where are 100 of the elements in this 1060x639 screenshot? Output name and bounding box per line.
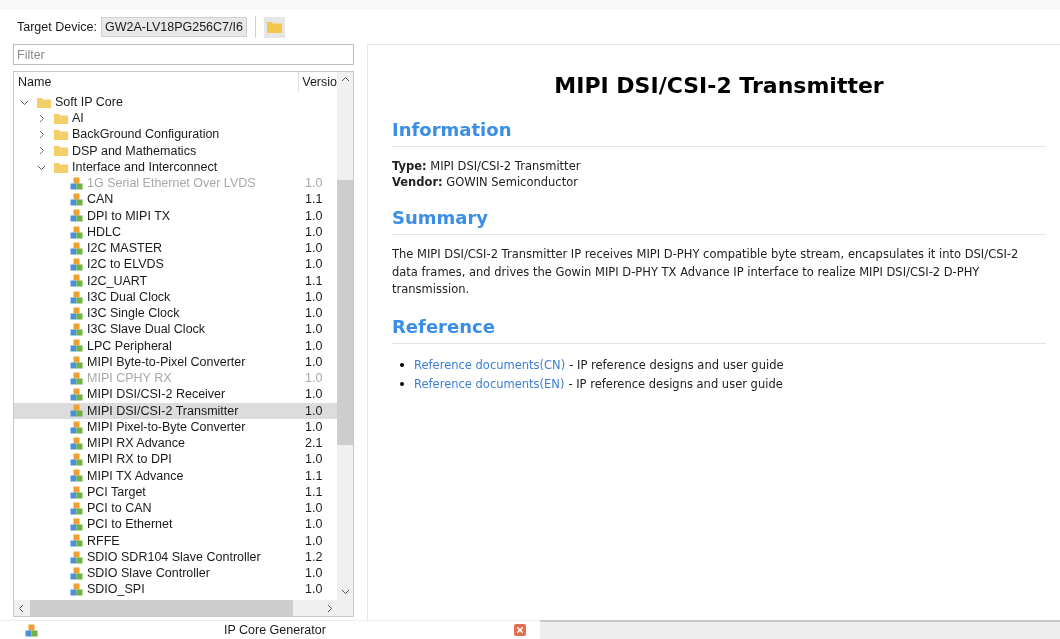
tree-row[interactable]: MIPI Pixel-to-Byte Converter 1.0	[14, 419, 337, 436]
ip-name: CAN	[87, 191, 115, 209]
tree-row[interactable]: MIPI DSI/CSI-2 Transmitter 1.0	[14, 402, 337, 419]
info-line: Vendor: GOWIN Semiconductor	[392, 174, 579, 190]
ip-name: I3C Single Clock	[87, 305, 181, 322]
ip-name: MIPI Pixel-to-Byte Converter	[87, 418, 247, 436]
ip-version: 1.0	[305, 175, 323, 192]
tree-row[interactable]: I2C MASTER 1.0	[14, 240, 337, 257]
horizontal-scrollbar[interactable]	[14, 600, 353, 616]
tree-row[interactable]: MIPI DSI/CSI-2 Receiver 1.0	[14, 386, 337, 403]
cubes-icon	[70, 550, 83, 564]
folder-icon	[54, 161, 68, 173]
tree-row[interactable]: MIPI Byte-to-Pixel Converter 1.0	[14, 354, 337, 371]
ip-version: 1.0	[305, 223, 323, 241]
tree-row[interactable]: RFFE 1.0	[14, 532, 337, 549]
tree-row[interactable]: HDLC 1.0	[14, 224, 337, 241]
tree-row[interactable]: I3C Slave Dual Clock 1.0	[14, 321, 337, 338]
ip-version: 2.1	[305, 435, 323, 452]
tree-row[interactable]: I2C to ELVDS 1.0	[14, 256, 337, 273]
ip-version: 1.0	[305, 565, 323, 582]
tree-row[interactable]: PCI Target 1.1	[14, 484, 337, 501]
cubes-icon	[70, 388, 83, 402]
section-heading: Reference	[392, 312, 1046, 344]
cubes-icon	[70, 404, 83, 418]
column-header[interactable]: Versio	[299, 72, 337, 92]
cubes-icon	[70, 241, 83, 255]
cubes-icon	[70, 193, 83, 207]
ip-name: RFFE	[87, 532, 121, 550]
ip-name: 1G Serial Ethernet Over LVDS	[87, 175, 257, 192]
collapsed-chevron-icon[interactable]	[37, 130, 46, 140]
ip-version: 1.1	[305, 483, 323, 501]
folder-icon	[54, 129, 68, 141]
link-description: - IP reference designs and user guide	[568, 375, 783, 393]
cubes-icon	[70, 306, 83, 320]
ip-version: 1.0	[305, 370, 323, 387]
reference-link[interactable]: Reference documents(EN)	[414, 374, 565, 394]
ip-name: I2C MASTER	[87, 240, 163, 257]
ip-version: 1.0	[305, 321, 323, 339]
cubes-icon	[70, 176, 83, 190]
ip-name: MIPI RX to DPI	[87, 451, 173, 469]
cubes-icon	[70, 225, 83, 239]
ip-version: 1.0	[305, 500, 323, 517]
scrollbar-thumb[interactable]	[30, 600, 293, 616]
tree-row[interactable]: CAN 1.1	[14, 191, 337, 208]
ip-name: I2C to ELVDS	[87, 256, 165, 274]
reference-link[interactable]: Reference documents(CN)	[414, 355, 566, 375]
ip-name: I3C Dual Clock	[87, 288, 172, 306]
cubes-icon	[70, 290, 83, 304]
summary-text: The MIPI DSI/CSI-2 Transmitter IP receives MIPI D-PHY compatible byte stream, encapsulates it into DSI/CSI-2 data frames, and drives the Gowin MIPI D-PHY TX Advance IP interface to realize MIPI DSI/CSI-2 D-PHY transmission.	[392, 246, 1020, 298]
scrollbar-thumb[interactable]	[337, 180, 353, 445]
tree-row[interactable]: I3C Single Clock 1.0	[14, 305, 337, 322]
collapsed-chevron-icon[interactable]	[37, 113, 46, 123]
ip-version: 1.0	[305, 240, 323, 257]
ip-name: MIPI DSI/CSI-2 Receiver	[87, 386, 227, 404]
link-description: - IP reference designs and user guide	[569, 356, 784, 374]
ip-version: 1.0	[305, 256, 323, 274]
filter-field[interactable]: Filter	[13, 44, 354, 65]
tree-row[interactable]: MIPI RX Advance 2.1	[14, 435, 337, 452]
column-header[interactable]: Name	[14, 72, 300, 92]
ip-version: 1.1	[305, 191, 323, 209]
ip-version: 1.0	[305, 532, 323, 550]
tree-row[interactable]: PCI to Ethernet 1.0	[14, 516, 337, 533]
ip-name: SDIO_SPI	[87, 581, 146, 599]
tree-row[interactable]: DPI to MIPI TX 1.0	[14, 207, 337, 224]
ip-name: MIPI Byte-to-Pixel Converter	[87, 353, 247, 371]
tree-row[interactable]: SDIO Slave Controller 1.0	[14, 565, 337, 582]
tree-row[interactable]: SDIO_SPI 1.0	[14, 581, 337, 598]
ip-name: LPC Peripheral	[87, 337, 173, 355]
page-title: MIPI DSI/CSI-2 Transmitter	[553, 72, 885, 100]
folder-label[interactable]: BackGround Configuration	[72, 125, 220, 144]
ip-name: I2C_UART	[87, 272, 149, 290]
ip-name: MIPI DSI/CSI-2 Transmitter	[87, 402, 240, 420]
tree-row[interactable]: PCI to CAN 1.0	[14, 500, 337, 517]
ip-name: SDIO SDR104 Slave Controller	[87, 548, 262, 566]
ip-version: 1.0	[305, 418, 323, 436]
tree-row[interactable]: SDIO SDR104 Slave Controller 1.2	[14, 549, 337, 566]
bottom-tab[interactable]: IP Core Generator	[0, 620, 540, 639]
cubes-icon	[70, 566, 83, 580]
ip-version: 1.2	[305, 548, 323, 566]
ip-name: HDLC	[87, 223, 123, 241]
tree-row[interactable]: MIPI TX Advance 1.1	[14, 467, 337, 484]
tree-row[interactable]: LPC Peripheral 1.0	[14, 337, 337, 354]
ip-version: 1.0	[305, 353, 323, 371]
tree-row[interactable]: I3C Dual Clock 1.0	[14, 289, 337, 306]
tree-row[interactable]: I2C_UART 1.1	[14, 272, 337, 289]
target-device-field[interactable]: GW2A-LV18PG256C7/I6	[100, 17, 247, 37]
cubes-icon	[70, 534, 83, 548]
folder-icon	[266, 21, 282, 33]
collapsed-chevron-icon[interactable]	[37, 146, 46, 156]
ip-version: 1.0	[305, 581, 323, 599]
vertical-scrollbar[interactable]	[337, 72, 353, 600]
ip-name: MIPI RX Advance	[87, 435, 186, 452]
section-heading: Information	[392, 116, 1046, 147]
close-icon[interactable]	[514, 624, 526, 636]
folder-icon	[54, 112, 68, 124]
cubes-icon	[70, 209, 83, 223]
bullet-icon	[400, 363, 404, 367]
tree-row[interactable]: MIPI RX to DPI 1.0	[14, 451, 337, 468]
folder-label[interactable]: AI	[72, 109, 84, 128]
folder-label[interactable]: Soft IP Core	[55, 92, 123, 112]
